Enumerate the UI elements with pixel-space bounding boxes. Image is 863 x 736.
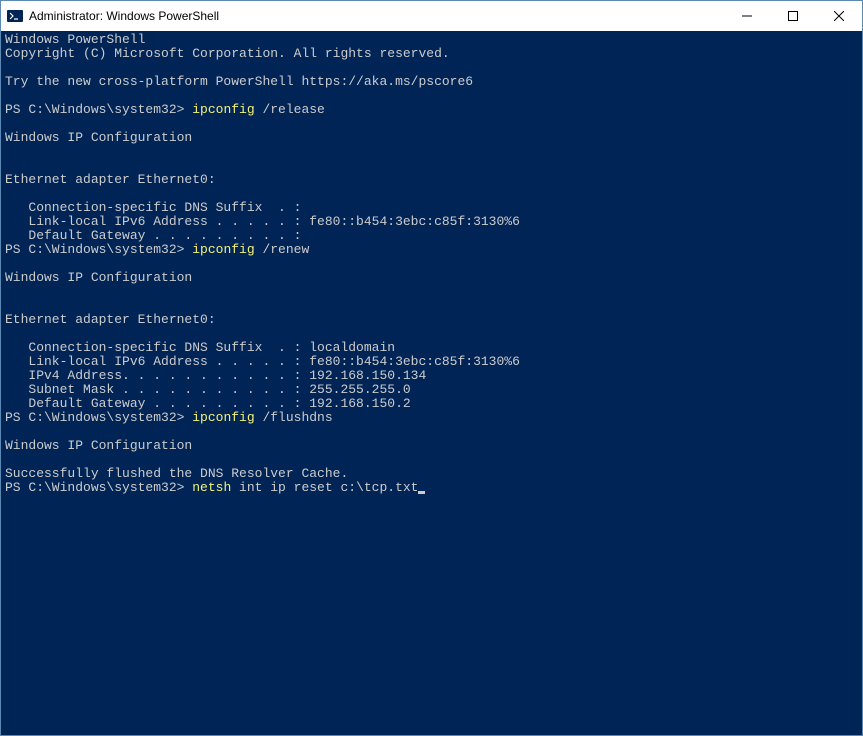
window-title: Administrator: Windows PowerShell	[29, 9, 724, 23]
terminal-line: Ethernet adapter Ethernet0:	[5, 172, 216, 187]
command-args: int ip reset c:\tcp.txt	[239, 480, 418, 495]
command-name: ipconfig	[192, 102, 262, 117]
terminal-line: Successfully flushed the DNS Resolver Ca…	[5, 466, 348, 481]
powershell-window: Administrator: Windows PowerShell Window…	[0, 0, 863, 736]
terminal-line: Windows IP Configuration	[5, 438, 192, 453]
terminal-line: Subnet Mask . . . . . . . . . . . : 255.…	[5, 382, 411, 397]
command-args: /release	[262, 102, 324, 117]
command-args: /flushdns	[262, 410, 332, 425]
prompt: PS C:\Windows\system32>	[5, 242, 192, 257]
prompt: PS C:\Windows\system32>	[5, 480, 192, 495]
terminal-line: Default Gateway . . . . . . . . . :	[5, 228, 301, 243]
terminal-line: Copyright (C) Microsoft Corporation. All…	[5, 46, 450, 61]
command-args: /renew	[262, 242, 309, 257]
terminal-line: Windows IP Configuration	[5, 270, 192, 285]
terminal-output[interactable]: Windows PowerShell Copyright (C) Microso…	[1, 31, 862, 735]
titlebar[interactable]: Administrator: Windows PowerShell	[1, 1, 862, 31]
window-controls	[724, 1, 862, 31]
prompt: PS C:\Windows\system32>	[5, 410, 192, 425]
terminal-line: Connection-specific DNS Suffix . :	[5, 200, 301, 215]
terminal-line: Windows PowerShell	[5, 32, 145, 47]
command-name: netsh	[192, 480, 239, 495]
powershell-icon	[7, 8, 23, 24]
cursor	[418, 491, 425, 494]
maximize-button[interactable]	[770, 1, 816, 31]
terminal-line: Ethernet adapter Ethernet0:	[5, 312, 216, 327]
terminal-line: Try the new cross-platform PowerShell ht…	[5, 74, 473, 89]
terminal-line: Link-local IPv6 Address . . . . . : fe80…	[5, 214, 520, 229]
terminal-line: IPv4 Address. . . . . . . . . . . : 192.…	[5, 368, 426, 383]
prompt: PS C:\Windows\system32>	[5, 102, 192, 117]
command-name: ipconfig	[192, 242, 262, 257]
minimize-button[interactable]	[724, 1, 770, 31]
close-button[interactable]	[816, 1, 862, 31]
terminal-line: Connection-specific DNS Suffix . : local…	[5, 340, 395, 355]
terminal-line: Default Gateway . . . . . . . . . : 192.…	[5, 396, 411, 411]
command-name: ipconfig	[192, 410, 262, 425]
terminal-line: Windows IP Configuration	[5, 130, 192, 145]
terminal-line: Link-local IPv6 Address . . . . . : fe80…	[5, 354, 520, 369]
